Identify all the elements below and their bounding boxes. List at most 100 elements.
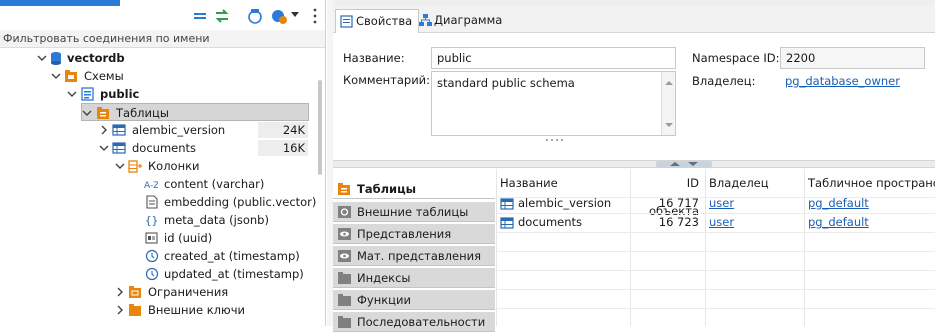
category-mat-views[interactable]: Мат. представления	[333, 246, 495, 266]
chevron-down-icon[interactable]	[115, 161, 125, 171]
tree-label: Схемы	[84, 69, 124, 83]
tree-item-schemas[interactable]: Схемы	[0, 67, 325, 85]
tree-item-column[interactable]: created_at (timestamp)	[0, 247, 325, 265]
comment-text: standard public schema	[437, 76, 575, 90]
diagram-icon	[419, 14, 432, 26]
panel-divider[interactable]	[333, 160, 935, 168]
category-label: Мат. представления	[357, 249, 482, 263]
chevron-down-icon[interactable]	[67, 89, 77, 99]
column-header-oid[interactable]: ID объекта	[630, 169, 705, 218]
eye-folder-icon	[338, 228, 351, 240]
category-label: Последовательности	[357, 315, 486, 329]
namespace-label: Namespace ID:	[692, 51, 780, 65]
tree-item-foreign-keys[interactable]: Внешние ключи	[0, 301, 325, 319]
comment-scrollbar[interactable]	[661, 72, 675, 135]
foreign-table-icon	[338, 206, 351, 218]
schemas-folder-icon	[65, 70, 77, 82]
table-size-badge: 16K	[258, 140, 308, 156]
category-label: Функции	[357, 293, 411, 307]
namespace-field: 2200	[780, 47, 925, 69]
tab-diagram[interactable]: Диаграмма	[414, 9, 508, 33]
tree-item-column[interactable]: id (uuid)	[0, 229, 325, 247]
category-tables[interactable]: Таблицы	[333, 179, 495, 199]
schema-editor: Свойства Диаграмма Название: public Комм…	[333, 0, 935, 332]
tree-item-alembic-version[interactable]: alembic_version 24K	[0, 121, 325, 139]
tree-item-constraints[interactable]: Ограничения	[0, 283, 325, 301]
table-icon	[500, 217, 514, 229]
cell-tablespace-link[interactable]: pg_default	[804, 194, 935, 213]
cell-oid: 16 723	[658, 215, 699, 229]
tree-item-vectordb[interactable]: vectordb	[0, 49, 325, 67]
tree-label: public	[100, 87, 140, 101]
clock-icon	[145, 267, 159, 281]
cell-tablespace-link[interactable]: pg_default	[804, 213, 935, 232]
navigator-scrollbar[interactable]	[318, 80, 322, 175]
name-field[interactable]: public	[431, 47, 676, 69]
chevron-down-icon[interactable]	[37, 53, 47, 63]
dropdown-arrow-icon[interactable]	[291, 12, 300, 18]
properties-icon	[340, 15, 353, 28]
tree-item-column[interactable]: {} meta_data (jsonb)	[0, 211, 325, 229]
tree-label: vectordb	[67, 51, 125, 65]
column-header-owner[interactable]: Владелец	[705, 169, 804, 197]
category-indexes[interactable]: Индексы	[333, 268, 495, 288]
tree-item-tables[interactable]: Таблицы	[81, 103, 309, 121]
objects-grid: Название ID объекта Владелец Табличное п…	[496, 169, 935, 326]
connection-filter-input[interactable]: Фильтровать соединения по имени	[0, 30, 325, 48]
new-connection-icon[interactable]	[270, 7, 288, 25]
constraints-folder-icon	[129, 286, 141, 298]
cell-owner-link[interactable]: user	[705, 213, 804, 232]
chevron-down-icon[interactable]	[99, 143, 109, 153]
tab-properties[interactable]: Свойства	[335, 9, 420, 33]
table-icon	[500, 198, 514, 210]
category-label: Представления	[357, 227, 452, 241]
owner-link[interactable]: pg_database_owner	[785, 74, 900, 88]
more-options-icon[interactable]	[312, 6, 318, 26]
chevron-right-icon[interactable]	[99, 125, 109, 135]
column-header-tablespace[interactable]: Табличное пространство	[804, 169, 935, 197]
chevron-down-icon[interactable]	[51, 71, 61, 81]
tree-label: content (varchar)	[164, 177, 265, 191]
folder-icon	[338, 316, 351, 328]
editor-tabbar: Свойства Диаграмма	[333, 6, 935, 33]
chevron-right-icon[interactable]	[115, 305, 125, 315]
category-sequences[interactable]: Последовательности	[333, 312, 495, 332]
comment-textarea[interactable]: standard public schema	[431, 71, 676, 136]
eye-folder-icon	[338, 250, 351, 262]
tree-label: updated_at (timestamp)	[164, 267, 304, 281]
category-views[interactable]: Представления	[333, 224, 495, 244]
chevron-right-icon[interactable]	[115, 287, 125, 297]
cell-owner-link[interactable]: user	[705, 194, 804, 213]
category-functions[interactable]: Функции	[333, 290, 495, 310]
json-braces-icon: {}	[145, 214, 158, 227]
connect-icon[interactable]	[246, 7, 264, 25]
tree-item-column[interactable]: embedding (public.vector)	[0, 193, 325, 211]
navigator-toolbar	[0, 0, 325, 30]
cell-name: documents	[518, 215, 583, 229]
folder-icon	[338, 294, 351, 306]
tree-item-documents[interactable]: documents 16K	[0, 139, 325, 157]
scroll-up-icon[interactable]	[665, 80, 673, 86]
collapse-toggle-icon[interactable]	[656, 161, 712, 168]
columns-icon	[128, 160, 142, 173]
comment-label: Комментарий:	[343, 73, 431, 87]
scroll-down-icon[interactable]	[665, 122, 673, 128]
tree-item-columns[interactable]: Колонки	[0, 157, 325, 175]
cell-name: alembic_version	[518, 196, 612, 210]
tree-label: alembic_version	[132, 123, 226, 137]
owner-label: Владелец:	[692, 74, 756, 88]
tables-folder-icon	[97, 107, 109, 119]
collapse-all-icon[interactable]	[193, 9, 207, 23]
category-foreign-tables[interactable]: Внешние таблицы	[333, 202, 495, 222]
column-header-name[interactable]: Название	[496, 169, 630, 197]
resize-grip-icon[interactable]	[545, 138, 563, 142]
chevron-down-icon[interactable]	[82, 108, 92, 118]
tree-item-column[interactable]: A-Z content (varchar)	[0, 175, 325, 193]
tree-item-column[interactable]: updated_at (timestamp)	[0, 265, 325, 283]
link-editor-icon[interactable]	[214, 8, 230, 24]
document-icon	[146, 195, 158, 209]
cell-oid: 16 717	[658, 196, 699, 210]
tree-label: id (uuid)	[164, 231, 213, 245]
tree-label: meta_data (jsonb)	[164, 213, 269, 227]
tree-item-public[interactable]: public	[0, 85, 325, 103]
